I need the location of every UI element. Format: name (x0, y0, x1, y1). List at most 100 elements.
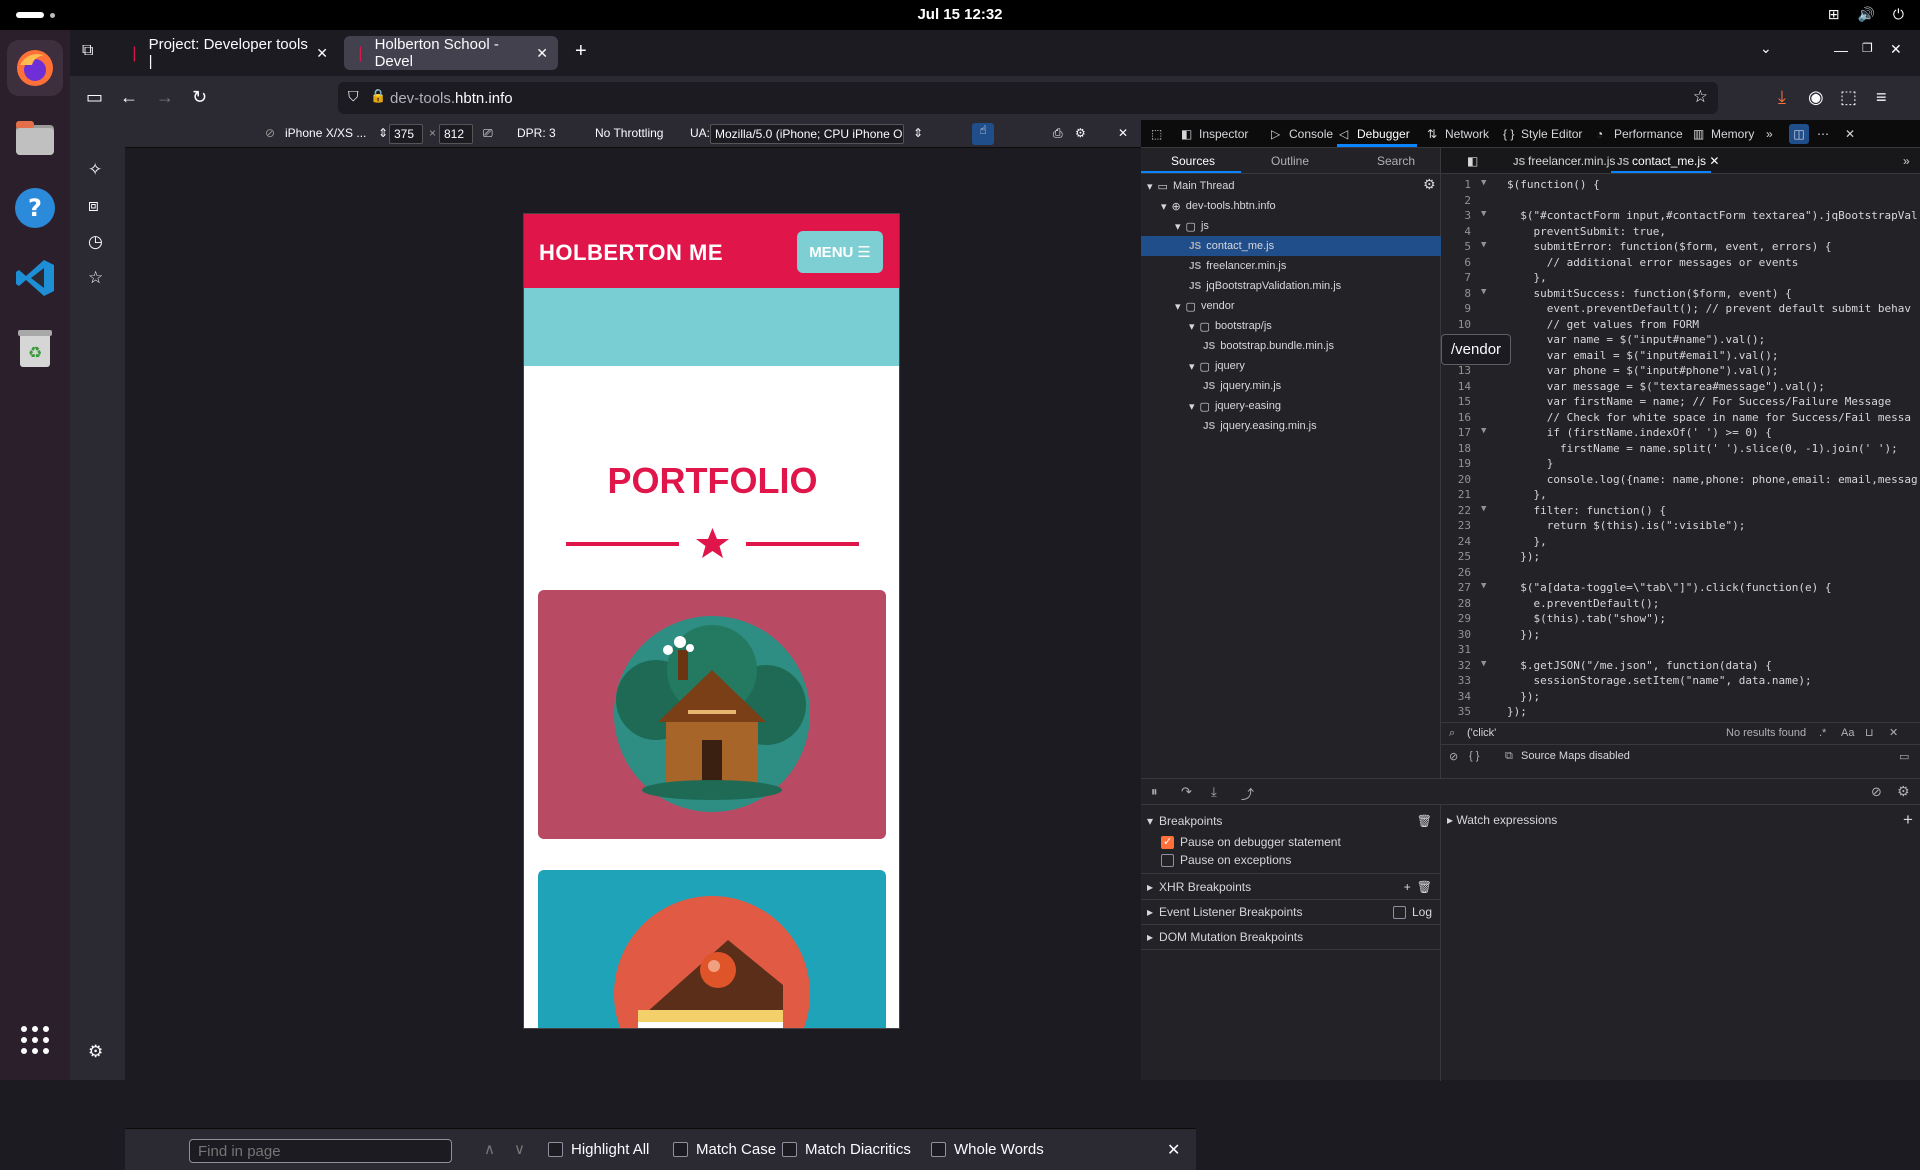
list-tabs-icon[interactable]: ⌄ (1760, 40, 1772, 57)
tree-item[interactable]: ▾ ▢ jquery (1141, 356, 1441, 376)
step-out-icon[interactable]: ⤴ (1241, 784, 1254, 803)
code-line[interactable]: 18 firstName = name.split(' ').slice(0, … (1441, 442, 1920, 458)
fold-toggle-icon[interactable]: ▼ (1481, 287, 1486, 297)
menu-icon[interactable]: ≡ (1876, 87, 1887, 108)
close-window-icon[interactable]: ✕ (1890, 41, 1902, 58)
tree-item[interactable]: JS jquery.min.js (1141, 376, 1441, 396)
trash-icon[interactable]: ♻ (7, 320, 63, 376)
device-selector[interactable]: iPhone X/XS ... (285, 126, 366, 140)
close-rdm-icon[interactable]: ✕ (1118, 126, 1128, 140)
tab-console[interactable]: Console (1289, 127, 1333, 141)
code-line[interactable]: 2 (1441, 194, 1920, 210)
code-line[interactable]: 5 ▼ submitError: function($form, event, e… (1441, 240, 1920, 256)
code-line[interactable]: 9 event.preventDefault(); // prevent def… (1441, 302, 1920, 318)
case-toggle-icon[interactable]: Aa (1841, 727, 1854, 739)
tab-search[interactable]: Search (1377, 154, 1415, 168)
tree-item[interactable]: ▾ ▢ bootstrap/js (1141, 316, 1441, 336)
line-number[interactable]: 29 (1441, 612, 1471, 625)
breakpoints-header[interactable]: ▾ Breakpoints 🗑 (1141, 811, 1440, 831)
blackbox-icon[interactable]: ⊘ (1449, 750, 1458, 763)
toggle-sidebar-icon[interactable]: » (1903, 154, 1910, 168)
code-line[interactable]: 22 ▼ filter: function() { (1441, 504, 1920, 520)
line-number[interactable]: 27 (1441, 581, 1471, 594)
close-findbar-icon[interactable]: ✕ (1167, 1140, 1180, 1160)
line-number[interactable]: 10 (1441, 318, 1471, 331)
downloads-icon[interactable]: ⤓ (1778, 87, 1786, 108)
line-number[interactable]: 9 (1441, 302, 1471, 315)
fold-toggle-icon[interactable]: ▼ (1481, 178, 1486, 188)
user-agent-input[interactable]: Mozilla/5.0 (iPhone; CPU iPhone OS 12_0 … (710, 124, 904, 144)
chevron-down-icon[interactable]: ▾ (1189, 360, 1195, 373)
line-number[interactable]: 13 (1441, 364, 1471, 377)
settings-icon[interactable]: ⚙ (1075, 126, 1086, 140)
reload-icon[interactable]: ↻ (192, 87, 207, 108)
tree-item[interactable]: JS jqBootstrapValidation.min.js (1141, 276, 1441, 296)
code-line[interactable]: 11 var name = $("input#name").val(); (1441, 333, 1920, 349)
forward-icon[interactable]: → (156, 87, 174, 108)
line-number[interactable]: 6 (1441, 256, 1471, 269)
close-devtools-icon[interactable]: ✕ (1845, 127, 1855, 141)
tree-item[interactable]: ▾ ▢ jquery-easing (1141, 396, 1441, 416)
fold-toggle-icon[interactable]: ▼ (1481, 504, 1486, 514)
code-line[interactable]: 17 ▼ if (firstName.indexOf(' ') >= 0) { (1441, 426, 1920, 442)
code-line[interactable]: 14 var message = $("textarea#message").v… (1441, 380, 1920, 396)
code-line[interactable]: 19 } (1441, 457, 1920, 473)
remove-all-icon[interactable]: 🗑 (1417, 880, 1432, 894)
add-watch-icon[interactable]: + (1903, 810, 1913, 830)
toggle-sources-icon[interactable]: ◧ (1467, 154, 1478, 168)
line-number[interactable]: 33 (1441, 674, 1471, 687)
code-line[interactable]: 35}); (1441, 705, 1920, 718)
more-tools-icon[interactable]: » (1766, 127, 1773, 141)
step-in-icon[interactable]: ⤓ (1211, 784, 1217, 800)
fold-toggle-icon[interactable]: ▼ (1481, 581, 1486, 591)
dpr-selector[interactable]: DPR: 3 (517, 126, 556, 140)
add-icon[interactable]: + (1404, 880, 1411, 894)
line-number[interactable]: 2 (1441, 194, 1471, 207)
lock-icon[interactable]: 🔒 (370, 88, 386, 104)
settings-icon[interactable]: ⚙ (1897, 783, 1910, 800)
line-number[interactable]: 34 (1441, 690, 1471, 703)
firefox-icon[interactable] (7, 40, 63, 96)
whole-words-checkbox[interactable]: Whole Words (931, 1141, 1044, 1158)
vscode-icon[interactable] (7, 250, 63, 306)
code-line[interactable]: 32 ▼ $.getJSON("/me.json", function(data)… (1441, 659, 1920, 675)
tree-item[interactable]: ▾ ▢ js (1141, 216, 1441, 236)
code-line[interactable]: 25 }); (1441, 550, 1920, 566)
history-icon[interactable]: ◷ (88, 232, 103, 252)
url-bar[interactable]: ⛉ 🔒 dev-tools. hbtn.info ☆ (338, 82, 1718, 114)
line-number[interactable]: 35 (1441, 705, 1471, 718)
code-line[interactable]: 23 return $(this).is(":visible"); (1441, 519, 1920, 535)
sidebar-icon[interactable]: ▭ (1899, 750, 1909, 763)
fold-toggle-icon[interactable]: ▼ (1481, 240, 1486, 250)
editor-tab-freelancer[interactable]: JS freelancer.min.js (1513, 154, 1615, 168)
minimize-icon[interactable]: — (1834, 42, 1848, 58)
site-brand[interactable]: HOLBERTON ME (539, 240, 723, 266)
code-line[interactable]: 20 console.log({name: name,phone: phone,… (1441, 473, 1920, 489)
settings-icon[interactable]: ⚙ (1423, 176, 1436, 193)
touch-simulation-icon[interactable]: ☝ (972, 123, 994, 145)
close-search-icon[interactable]: ✕ (1889, 726, 1898, 739)
portfolio-item-cake[interactable] (538, 870, 886, 1028)
dom-mutation-breakpoints-header[interactable]: ▸ DOM Mutation Breakpoints (1141, 927, 1440, 947)
code-line[interactable]: 34 }); (1441, 690, 1920, 706)
line-number[interactable]: 7 (1441, 271, 1471, 284)
new-tab-icon[interactable]: + (575, 40, 587, 63)
code-line[interactable]: 15 var firstName = name; // For Success/… (1441, 395, 1920, 411)
code-line[interactable]: 6 // additional error messages or events (1441, 256, 1920, 272)
line-number[interactable]: 26 (1441, 566, 1471, 579)
close-tab-icon[interactable]: ✕ (536, 45, 548, 62)
code-line[interactable]: 12 var email = $("input#email").val(); (1441, 349, 1920, 365)
find-next-icon[interactable]: ∨ (514, 1140, 525, 1158)
tree-item[interactable]: ▾ ▭ Main Thread (1141, 176, 1441, 196)
portfolio-item-cabin[interactable] (538, 590, 886, 839)
line-number[interactable]: 3 (1441, 209, 1471, 222)
shield-icon[interactable]: ⛉ (348, 88, 359, 105)
code-view[interactable]: 1 ▼ $(function() {2 3 ▼ $("#contactForm inpu… (1441, 178, 1920, 718)
pause-on-debugger-checkbox[interactable]: Pause on debugger statement (1141, 833, 1440, 851)
line-number[interactable]: 25 (1441, 550, 1471, 563)
step-over-icon[interactable]: ↷ (1181, 784, 1192, 800)
sidebar-toggle-icon[interactable]: ▭ (86, 87, 103, 108)
tree-item[interactable]: JS bootstrap.bundle.min.js (1141, 336, 1441, 356)
code-line[interactable]: 24 }, (1441, 535, 1920, 551)
code-line[interactable]: 28 e.preventDefault(); (1441, 597, 1920, 613)
